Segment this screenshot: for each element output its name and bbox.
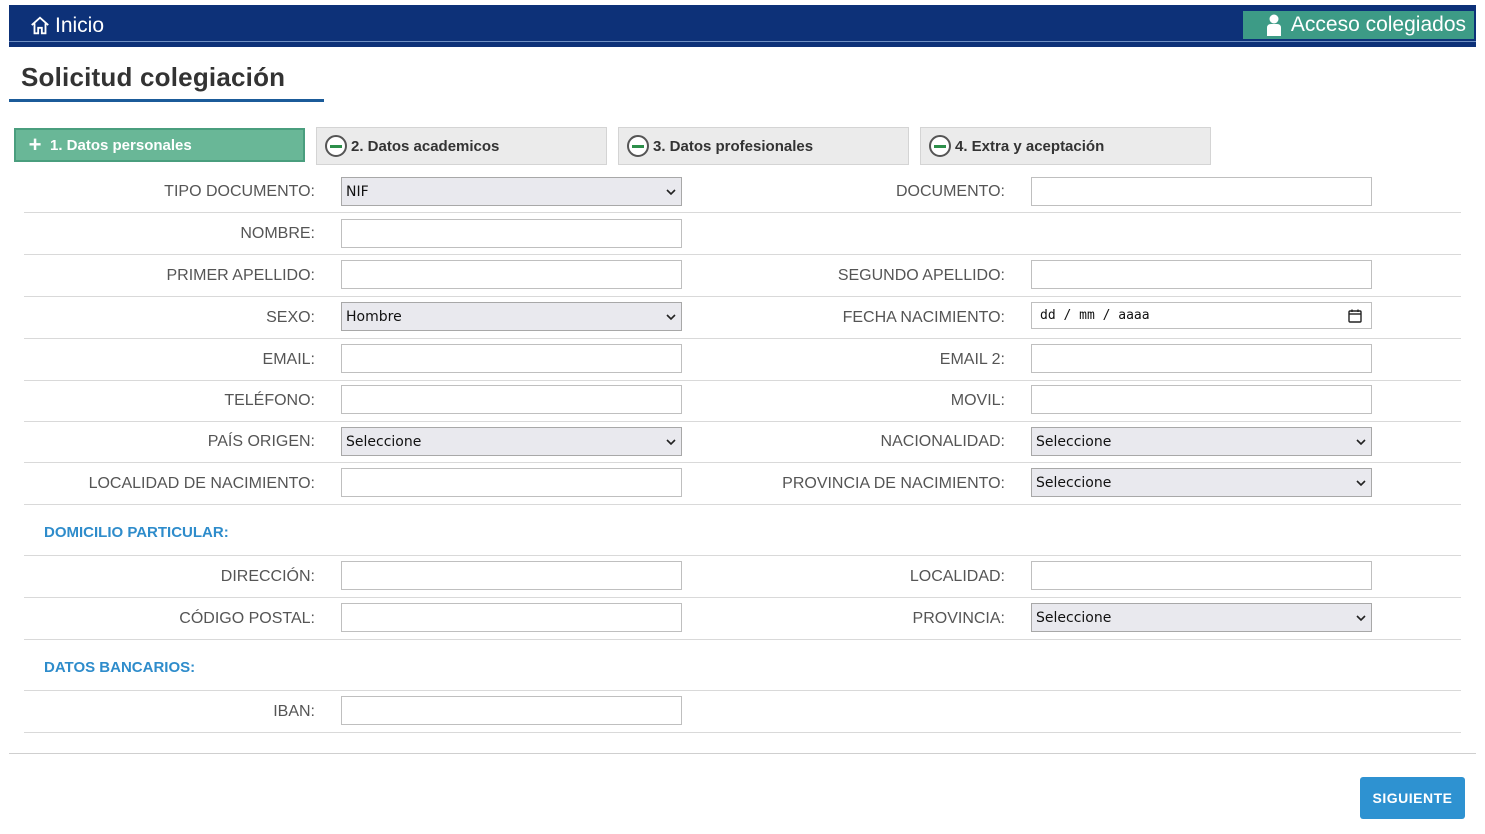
- selected-value: NIF: [346, 183, 369, 200]
- section-title: DATOS BANCARIOS:: [44, 659, 196, 676]
- selected-value: Seleccione: [1036, 609, 1112, 626]
- nombre-label: NOMBRE:: [240, 224, 315, 242]
- selected-value: Seleccione: [1036, 474, 1112, 491]
- pais-origen-label: PAÍS ORIGEN:: [207, 432, 315, 450]
- selected-value: Seleccione: [346, 433, 422, 450]
- documento-input[interactable]: [1031, 177, 1372, 206]
- form-row-sexo-fecha: SEXO: Hombre FECHA NACIMIENTO: dd / mm /…: [24, 297, 1461, 339]
- direccion-label: DIRECCIÓN:: [220, 567, 315, 585]
- primer-apellido-label: PRIMER APELLIDO:: [166, 266, 316, 284]
- tab-label: 4. Extra y aceptación: [955, 137, 1105, 155]
- form-row-iban: IBAN:: [24, 691, 1461, 733]
- sexo-select[interactable]: Hombre: [341, 302, 682, 331]
- primer-apellido-input[interactable]: [341, 260, 682, 289]
- top-navbar: Inicio Acceso colegiados: [9, 5, 1476, 47]
- next-button[interactable]: SIGUIENTE: [1360, 777, 1465, 819]
- form-row-email: EMAIL: EMAIL 2:: [24, 339, 1461, 381]
- minus-icon: [929, 135, 951, 157]
- movil-label: MOVIL:: [950, 391, 1005, 409]
- email2-input[interactable]: [1031, 344, 1372, 373]
- telefono-input[interactable]: [341, 385, 682, 414]
- chevron-down-icon: [666, 188, 676, 195]
- movil-input[interactable]: [1031, 385, 1372, 414]
- tab-label: 3. Datos profesionales: [653, 137, 814, 155]
- fecha-nacimiento-label: FECHA NACIMIENTO:: [842, 308, 1005, 326]
- email-label: EMAIL:: [262, 350, 315, 368]
- telefono-label: TELÉFONO:: [224, 391, 315, 409]
- form-row-apellidos: PRIMER APELLIDO: SEGUNDO APELLIDO:: [24, 255, 1461, 297]
- chevron-down-icon: [1356, 479, 1366, 486]
- documento-label: DOCUMENTO:: [895, 182, 1005, 200]
- chevron-down-icon: [666, 313, 676, 320]
- access-label: Acceso colegiados: [1290, 13, 1466, 36]
- page-title: Solicitud colegiación: [21, 62, 286, 92]
- tipo-documento-label: TIPO DOCUMENTO:: [164, 182, 315, 200]
- iban-label: IBAN:: [273, 702, 315, 720]
- provincia-label: PROVINCIA:: [912, 609, 1005, 627]
- provincia-nacimiento-label: PROVINCIA DE NACIMIENTO:: [782, 474, 1005, 492]
- provincia-select[interactable]: Seleccione: [1031, 603, 1372, 632]
- section-datos-bancarios: DATOS BANCARIOS:: [24, 639, 1461, 691]
- form-divider: [9, 753, 1476, 754]
- home-label: Inicio: [55, 14, 105, 37]
- provincia-nacimiento-select[interactable]: Seleccione: [1031, 468, 1372, 497]
- minus-icon: [325, 135, 347, 157]
- form-row-documento: TIPO DOCUMENTO: NIF DOCUMENTO:: [24, 171, 1461, 213]
- chevron-down-icon: [666, 438, 676, 445]
- tab-label: 1. Datos personales: [50, 136, 192, 154]
- section-domicilio: DOMICILIO PARTICULAR:: [24, 504, 1461, 556]
- localidad-label: LOCALIDAD:: [909, 567, 1005, 585]
- form-row-codigo-postal: CÓDIGO POSTAL: PROVINCIA: Seleccione: [24, 598, 1461, 640]
- tab-label: 2. Datos academicos: [351, 137, 500, 155]
- calendar-icon[interactable]: [1347, 308, 1363, 324]
- tab-datos-personales[interactable]: + 1. Datos personales: [14, 128, 305, 162]
- minus-icon: [627, 135, 649, 157]
- home-link[interactable]: Inicio: [29, 14, 104, 38]
- sexo-label: SEXO:: [266, 308, 315, 326]
- codigo-postal-input[interactable]: [341, 603, 682, 632]
- header-divider: [9, 41, 1476, 42]
- direccion-input[interactable]: [341, 561, 682, 590]
- selected-value: Hombre: [346, 308, 402, 325]
- email2-label: EMAIL 2:: [939, 350, 1005, 368]
- codigo-postal-label: CÓDIGO POSTAL:: [179, 609, 315, 627]
- nacionalidad-label: NACIONALIDAD:: [880, 432, 1005, 450]
- localidad-input[interactable]: [1031, 561, 1372, 590]
- form-row-origen: PAÍS ORIGEN: Seleccione NACIONALIDAD: Se…: [24, 421, 1461, 463]
- tab-extra-aceptacion[interactable]: 4. Extra y aceptación: [920, 127, 1211, 165]
- nombre-input[interactable]: [341, 219, 682, 248]
- email-input[interactable]: [341, 344, 682, 373]
- chevron-down-icon: [1356, 438, 1366, 445]
- iban-input[interactable]: [341, 696, 682, 725]
- access-members-button[interactable]: Acceso colegiados: [1243, 11, 1474, 39]
- form-row-direccion: DIRECCIÓN: LOCALIDAD:: [24, 556, 1461, 598]
- chevron-down-icon: [1356, 614, 1366, 621]
- fecha-nacimiento-input[interactable]: dd / mm / aaaa: [1031, 302, 1372, 329]
- pais-origen-select[interactable]: Seleccione: [341, 427, 682, 456]
- section-title: DOMICILIO PARTICULAR:: [44, 524, 229, 541]
- plus-icon: +: [28, 132, 42, 157]
- form-row-nombre: NOMBRE:: [24, 213, 1461, 255]
- user-icon: [1266, 14, 1281, 36]
- form-row-telefono: TELÉFONO: MOVIL:: [24, 380, 1461, 422]
- localidad-nacimiento-input[interactable]: [341, 468, 682, 497]
- tipo-documento-select[interactable]: NIF: [341, 177, 682, 206]
- title-underline: [9, 99, 324, 102]
- tab-datos-profesionales[interactable]: 3. Datos profesionales: [618, 127, 909, 165]
- segundo-apellido-label: SEGUNDO APELLIDO:: [837, 266, 1005, 284]
- selected-value: Seleccione: [1036, 433, 1112, 450]
- segundo-apellido-input[interactable]: [1031, 260, 1372, 289]
- home-icon: [31, 16, 49, 35]
- nacionalidad-select[interactable]: Seleccione: [1031, 427, 1372, 456]
- date-placeholder: dd / mm / aaaa: [1040, 308, 1150, 323]
- tab-datos-academicos[interactable]: 2. Datos academicos: [316, 127, 607, 165]
- form-row-nacimiento: LOCALIDAD DE NACIMIENTO: PROVINCIA DE NA…: [24, 463, 1461, 505]
- localidad-nacimiento-label: LOCALIDAD DE NACIMIENTO:: [88, 474, 315, 492]
